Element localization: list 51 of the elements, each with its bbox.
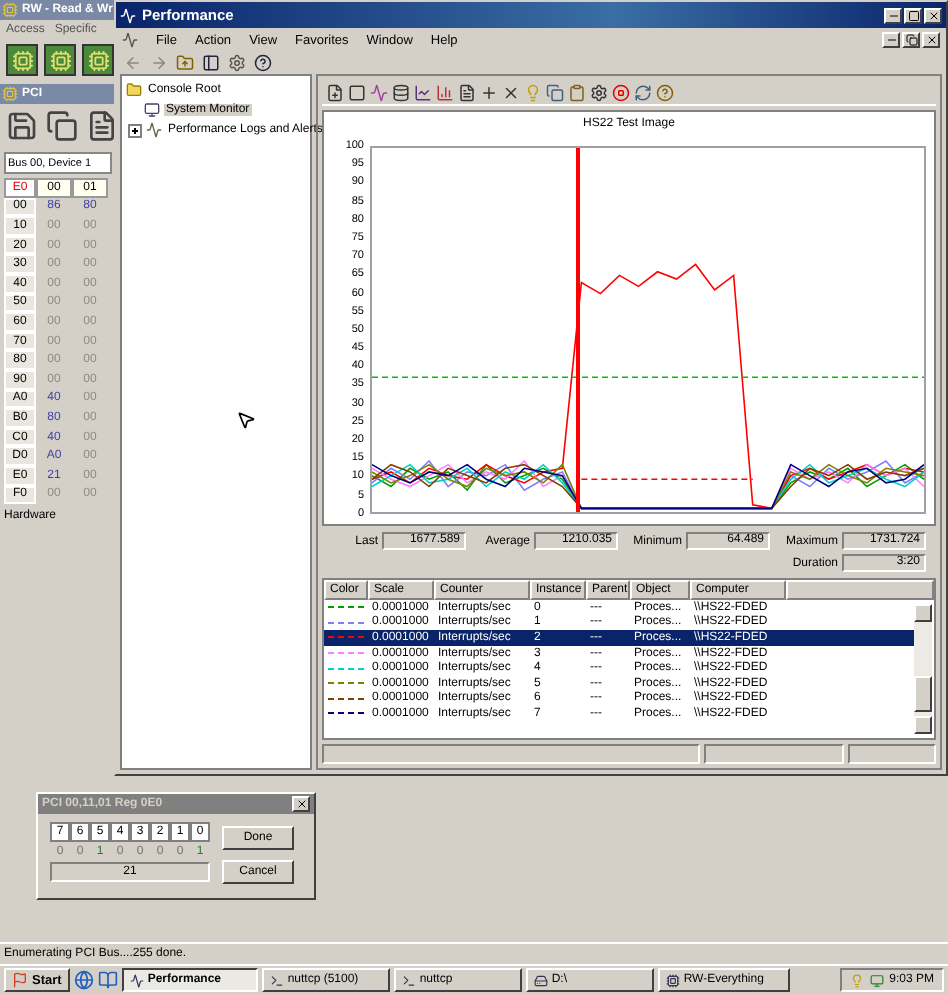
app-icon [2, 86, 18, 102]
clear-display-icon[interactable] [348, 83, 366, 101]
pci-card-icon[interactable] [6, 44, 38, 76]
tree-toggle-icon[interactable] [202, 54, 220, 72]
folder-icon [126, 82, 142, 98]
report-view-icon[interactable] [458, 83, 476, 101]
mouse-cursor-icon [236, 410, 256, 430]
new-counter-set-icon[interactable] [326, 83, 344, 101]
restore-button[interactable] [902, 32, 920, 48]
scrollbar[interactable] [914, 604, 932, 734]
network-icon[interactable] [869, 973, 884, 987]
minimize-icon [887, 9, 899, 21]
delete-icon[interactable] [502, 83, 520, 101]
add-icon[interactable] [480, 83, 498, 101]
close-button[interactable] [924, 7, 942, 23]
copy-icon[interactable] [546, 83, 564, 101]
chart-icon [129, 973, 144, 987]
log-data-icon[interactable] [392, 83, 410, 101]
close-button[interactable] [922, 32, 940, 48]
chart-icon [146, 122, 162, 138]
save-icon[interactable] [6, 110, 38, 142]
terminal-icon [269, 973, 284, 987]
help-icon[interactable] [254, 54, 272, 72]
browser-icon[interactable] [73, 970, 94, 990]
pci-card-icon[interactable] [44, 44, 76, 76]
drive-icon [533, 973, 548, 987]
book-icon[interactable] [97, 970, 118, 990]
copy-icon[interactable] [46, 110, 78, 142]
properties-icon[interactable] [590, 83, 608, 101]
monitor-icon [144, 102, 160, 118]
properties-icon[interactable] [228, 54, 246, 72]
maximize-button[interactable] [904, 7, 922, 23]
up-folder-icon[interactable] [176, 54, 194, 72]
chip-icon [665, 973, 680, 987]
histogram-view-icon[interactable] [436, 83, 454, 101]
status-pane [704, 744, 844, 764]
close-button[interactable] [292, 796, 310, 812]
minimize-button[interactable] [882, 32, 900, 48]
minimize-icon [885, 34, 897, 46]
paste-icon[interactable] [568, 83, 586, 101]
app-icon [2, 2, 18, 18]
update-icon[interactable] [634, 83, 652, 101]
graph-view-icon[interactable] [414, 83, 432, 101]
terminal-icon [401, 973, 416, 987]
memory-card-icon[interactable] [82, 44, 114, 76]
current-activity-icon[interactable] [370, 83, 388, 101]
document-icon[interactable] [86, 110, 118, 142]
flag-icon [12, 972, 28, 988]
minimize-button[interactable] [884, 7, 902, 23]
expand-icon[interactable] [128, 123, 142, 137]
status-pane [848, 744, 936, 764]
